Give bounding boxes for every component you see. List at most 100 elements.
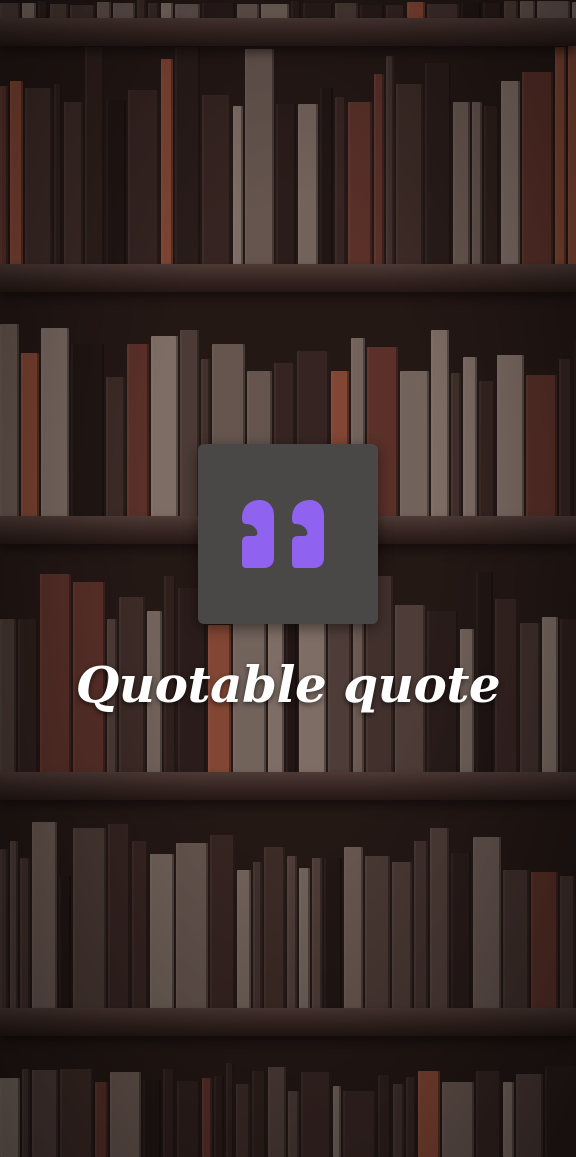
book-spine xyxy=(236,1083,250,1157)
book-spine xyxy=(291,0,301,18)
book-spine xyxy=(202,1078,212,1157)
book-spine xyxy=(202,95,231,266)
book-spine xyxy=(106,376,125,518)
shelf-row xyxy=(0,0,576,18)
book-spine xyxy=(335,3,358,18)
book-spine xyxy=(378,1075,391,1157)
book-spine xyxy=(324,858,342,1010)
book-spine xyxy=(501,81,520,266)
book-spine xyxy=(150,854,174,1010)
book-spine xyxy=(41,327,69,518)
book-spine xyxy=(148,3,159,18)
book-spine xyxy=(214,1076,224,1157)
book-spine xyxy=(344,846,363,1010)
book-spine xyxy=(54,83,62,266)
book-spine xyxy=(0,2,20,18)
book-spine xyxy=(21,353,39,518)
book-spine xyxy=(451,852,471,1010)
book-spine xyxy=(70,5,95,18)
book-spine xyxy=(348,101,372,266)
book-spine xyxy=(108,823,130,1010)
book-spine xyxy=(406,1077,416,1157)
book-spine xyxy=(299,867,310,1010)
book-spine xyxy=(0,85,8,266)
book-spine xyxy=(127,343,149,518)
book-spine xyxy=(202,3,235,18)
book-spine xyxy=(461,3,481,18)
book-spine xyxy=(392,862,412,1010)
book-spine xyxy=(59,875,71,1010)
book-spine xyxy=(276,104,296,266)
book-spine xyxy=(22,1068,30,1157)
book-spine xyxy=(396,83,423,266)
book-spine xyxy=(261,3,289,18)
book-spine xyxy=(73,827,106,1010)
book-spine xyxy=(407,1,425,18)
shelf-row xyxy=(0,1062,576,1157)
splash-screen: Quotable quote xyxy=(0,0,576,1157)
book-spine xyxy=(516,1074,543,1157)
book-spine xyxy=(520,1,535,18)
shelf-row xyxy=(0,38,576,266)
book-spine xyxy=(175,3,200,18)
book-spine xyxy=(10,81,23,266)
book-spine xyxy=(64,101,83,266)
book-spine xyxy=(504,1,518,18)
book-spine xyxy=(343,1090,376,1157)
book-spine xyxy=(110,1071,141,1157)
book-spine xyxy=(484,106,499,266)
book-spine xyxy=(451,372,461,518)
book-spine xyxy=(32,1069,58,1157)
book-spine xyxy=(476,1070,501,1157)
book-spine xyxy=(425,63,451,266)
book-spine xyxy=(568,44,576,266)
book-spine xyxy=(463,357,477,518)
book-spine xyxy=(301,1072,331,1157)
book-spine xyxy=(245,49,274,266)
book-spine xyxy=(430,827,449,1010)
book-spine xyxy=(176,842,208,1010)
book-spine xyxy=(522,72,553,266)
book-spine xyxy=(97,1,111,18)
book-spine xyxy=(288,1090,299,1157)
book-spine xyxy=(161,3,173,18)
book-spine xyxy=(210,835,235,1010)
book-spine xyxy=(106,99,126,266)
book-spine xyxy=(10,841,18,1010)
book-spine xyxy=(0,848,8,1010)
book-spine xyxy=(333,1085,341,1157)
book-spine xyxy=(22,3,36,18)
book-spine xyxy=(559,359,572,518)
book-spine xyxy=(374,74,384,266)
book-spine xyxy=(264,846,285,1010)
book-spine xyxy=(113,2,135,18)
book-spine xyxy=(50,3,68,18)
book-spine xyxy=(38,0,48,18)
book-spine xyxy=(71,343,104,518)
book-spine xyxy=(453,101,470,266)
book-spine xyxy=(427,3,459,18)
book-spine xyxy=(32,821,57,1010)
book-spine xyxy=(360,4,384,18)
book-spine xyxy=(85,47,104,266)
book-spine xyxy=(503,869,529,1010)
book-spine xyxy=(128,90,159,266)
book-spine xyxy=(365,856,390,1010)
book-spine xyxy=(287,856,297,1010)
book-spine xyxy=(180,329,199,518)
book-spine xyxy=(393,1083,404,1157)
book-spine xyxy=(233,106,243,266)
book-spine xyxy=(252,1070,266,1157)
book-spine xyxy=(483,3,502,18)
book-spine xyxy=(560,875,575,1010)
book-spine xyxy=(386,5,405,18)
book-spine xyxy=(303,2,333,18)
book-spine xyxy=(0,323,19,518)
book-spine xyxy=(572,1,576,18)
book-spine xyxy=(386,56,394,266)
book-spine xyxy=(268,1066,286,1157)
book-spine xyxy=(479,380,495,518)
book-spine xyxy=(25,88,52,266)
book-spine xyxy=(0,1078,20,1157)
book-spine xyxy=(143,1080,161,1157)
